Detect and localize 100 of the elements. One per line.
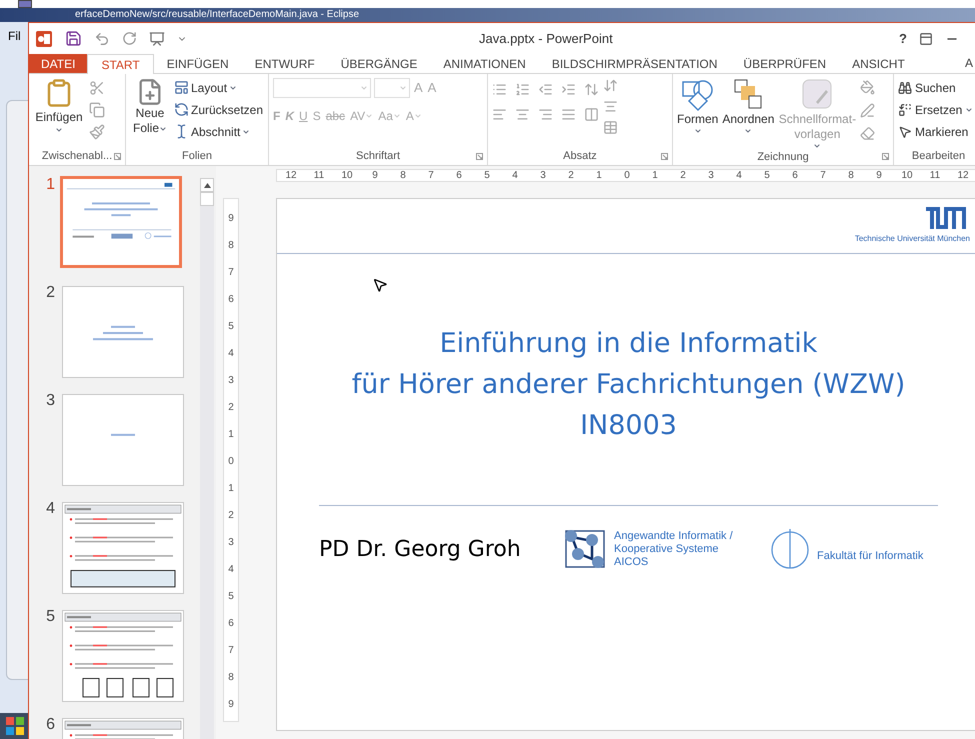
slide-thumbnail[interactable] [60, 176, 182, 268]
replace-icon [898, 102, 912, 116]
save-icon[interactable] [65, 30, 82, 47]
caret-icon [360, 84, 368, 92]
caret-icon [242, 128, 250, 136]
ruler-number: 9 [227, 698, 235, 712]
ruler-number: 5 [227, 590, 235, 604]
effects-icon[interactable] [860, 126, 876, 141]
group-label: Bearbeiten [910, 149, 966, 164]
indent-icon[interactable] [561, 82, 576, 97]
fill-icon[interactable] [860, 80, 876, 95]
align-left-icon[interactable] [492, 107, 507, 122]
bullet-list-icon[interactable] [492, 82, 507, 97]
align-right-icon[interactable] [538, 107, 553, 122]
scrollbar[interactable] [200, 178, 214, 739]
launcher-icon[interactable] [114, 153, 121, 160]
scroll-thumb[interactable] [200, 192, 214, 206]
copy-icon[interactable] [89, 102, 105, 118]
paste-button[interactable]: Einfügen [33, 78, 85, 134]
caret-icon [694, 127, 702, 135]
ruler-number: 7 [427, 170, 435, 181]
cut-icon[interactable] [89, 80, 105, 96]
ribbon-button[interactable]: Formen [677, 78, 718, 135]
slide-thumbnail[interactable] [62, 502, 184, 594]
text-align-icon[interactable] [603, 99, 618, 114]
caret-icon [55, 126, 63, 134]
slide-number: 5 [45, 608, 55, 625]
ribbon-tab[interactable]: ANSICHT [839, 54, 918, 73]
caret-icon [365, 112, 374, 120]
align-center-icon[interactable] [515, 107, 530, 122]
pointer-icon [898, 124, 912, 138]
ribbon-button[interactable]: Ersetzen [898, 100, 974, 119]
ribbon-button[interactable]: Markieren [898, 122, 974, 141]
undo-icon[interactable] [94, 30, 110, 46]
ruler-number: 9 [227, 212, 235, 226]
slideshow-icon[interactable] [149, 30, 165, 46]
ribbon-tab[interactable]: ÜBERPRÜFEN [730, 54, 840, 73]
caret-icon [229, 84, 238, 92]
slide-thumbnail[interactable] [62, 286, 184, 378]
columns-icon[interactable] [584, 107, 599, 122]
account-button[interactable]: A [964, 54, 975, 73]
group-label: Zwischenabl... [41, 149, 113, 164]
ribbon-tab[interactable]: BILDSCHIRMPRÄSENTATION [538, 54, 730, 73]
scroll-up-icon[interactable] [204, 182, 210, 188]
ruler-number: 4 [227, 563, 235, 577]
redo-icon[interactable] [122, 31, 137, 46]
justify-icon[interactable] [561, 107, 576, 122]
caret-icon [965, 106, 974, 114]
ruler-number: 11 [928, 170, 942, 181]
slide-number: 2 [45, 284, 55, 301]
format-painter-icon[interactable] [89, 124, 105, 140]
faculty-name: Fakultät für Informatik [817, 548, 924, 564]
caret-icon [392, 112, 401, 120]
outdent-icon[interactable] [538, 82, 553, 97]
launcher-icon[interactable] [661, 153, 668, 160]
file-tab[interactable]: DATEI [29, 54, 88, 73]
ribbon-options-icon[interactable] [919, 32, 933, 46]
smartart-icon[interactable] [603, 120, 618, 135]
ruler-number: 1 [227, 428, 235, 442]
ribbon-tab[interactable]: ENTWURF [242, 54, 328, 73]
chair-logo [564, 529, 608, 569]
start-button[interactable] [4, 715, 26, 737]
ribbon-button[interactable]: Anordnen [722, 78, 774, 135]
ruler-number: 5 [763, 170, 771, 181]
ribbon-button[interactable]: Zurücksetzen [174, 100, 264, 119]
ribbon-tab[interactable]: EINFÜGEN [154, 54, 242, 73]
ribbon-tab[interactable]: START [87, 54, 154, 74]
ruler-number: 1 [595, 170, 603, 181]
outline-icon[interactable] [860, 103, 876, 118]
text-direction-icon[interactable] [603, 78, 618, 93]
ruler-number: 0 [227, 455, 235, 469]
mouse-cursor-icon [372, 277, 388, 293]
ruler-number: 6 [227, 293, 235, 307]
ribbon-button[interactable]: Suchen [898, 78, 974, 97]
ruler-number: 10 [900, 170, 914, 181]
caret-icon [744, 127, 752, 135]
ruler-number: 8 [399, 170, 407, 181]
ruler-number: 9 [875, 170, 883, 181]
slide-thumbnail[interactable] [62, 394, 184, 486]
slide-title: IN8003 [580, 409, 677, 443]
slide-number: 1 [45, 176, 55, 193]
menu-item[interactable]: Fil [8, 29, 21, 43]
slide-thumbnail[interactable] [62, 610, 184, 702]
ruler-number: 10 [340, 170, 354, 181]
launcher-icon[interactable] [882, 153, 889, 160]
ruler-number: 1 [651, 170, 659, 181]
ruler-number: 5 [227, 320, 235, 334]
help-button[interactable]: ? [899, 28, 907, 48]
ribbon-button[interactable]: Abschnitt [174, 122, 264, 141]
numbered-list-icon[interactable] [515, 82, 530, 97]
line-spacing-icon[interactable] [584, 82, 599, 97]
caret-icon [159, 124, 167, 133]
ribbon-tab[interactable]: ANIMATIONEN [430, 54, 539, 73]
new-slide-button[interactable]: Neue Folie [130, 78, 170, 136]
window-title: Java.pptx - PowerPoint [479, 30, 613, 48]
ruler-number: 4 [227, 347, 235, 361]
ribbon-button[interactable]: Layout [174, 78, 264, 97]
ribbon-tab[interactable]: ÜBERGÄNGE [328, 54, 430, 73]
slide-number: 3 [45, 392, 55, 409]
group-label: Zeichnung [756, 150, 810, 165]
